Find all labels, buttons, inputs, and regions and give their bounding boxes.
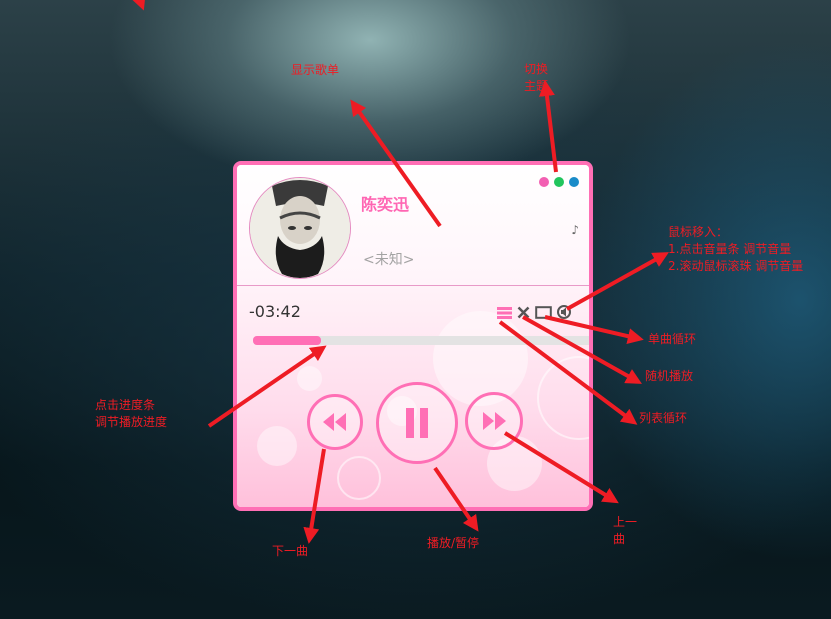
music-player: 陈奕迅 <未知> ♪ -03:42: [233, 161, 593, 511]
note-switch-theme-line2: 主题: [524, 79, 549, 93]
note-seek-line2: 调节播放进度: [95, 415, 168, 429]
progress-bar[interactable]: [253, 336, 589, 345]
theme-dot-blue[interactable]: [569, 177, 579, 187]
note-play-pause: 播放/暂停: [427, 536, 480, 550]
song-artist: <未知>: [363, 252, 415, 268]
pause-icon: [406, 408, 428, 438]
random-play-icon[interactable]: [517, 304, 530, 323]
single-loop-icon[interactable]: [535, 304, 552, 323]
volume-icon[interactable]: [557, 304, 571, 323]
bokeh-decoration: [537, 356, 589, 440]
note-prev-song-line1: 上一: [613, 515, 638, 529]
next-button[interactable]: [465, 392, 523, 450]
album-cover[interactable]: [249, 177, 351, 279]
note-next-song: 下一曲: [272, 544, 309, 558]
rewind-icon: [323, 413, 346, 431]
note-volume: 鼠标移入： 1.点击音量条 调节音量 2.滚动鼠标滚珠 调节音量: [668, 224, 803, 275]
progress-bar-fill: [253, 336, 321, 345]
song-title: 陈奕迅: [361, 195, 410, 214]
prev-button[interactable]: [307, 394, 363, 450]
theme-switcher: [539, 177, 579, 187]
album-cover-image: [250, 178, 350, 278]
bokeh-decoration: [297, 366, 322, 391]
lyric-toggle-icon[interactable]: ♪: [571, 223, 579, 237]
note-random-play: 随机播放: [645, 369, 694, 383]
fast-forward-icon: [483, 412, 506, 430]
playback-mode-controls: [497, 304, 571, 323]
time-remaining: -03:42: [249, 302, 301, 321]
note-volume-line1: 鼠标移入：: [668, 225, 729, 239]
bokeh-decoration: [337, 456, 381, 500]
note-seek: 点击进度条 调节播放进度: [95, 397, 167, 431]
arrow-switch-theme: [539, 80, 558, 173]
bokeh-decoration: [257, 426, 297, 466]
note-switch-theme: 切换 主题: [524, 61, 548, 95]
note-seek-line1: 点击进度条: [95, 398, 156, 412]
player-header: 陈奕迅 <未知> ♪: [237, 165, 589, 286]
note-volume-line3: 2.滚动鼠标滚珠 调节音量: [668, 259, 804, 273]
note-volume-line2: 1.点击音量条 调节音量: [668, 242, 792, 256]
note-list-loop: 列表循环: [639, 411, 688, 425]
player-controls-area: -03:42: [237, 286, 589, 507]
bokeh-decoration: [433, 311, 528, 406]
note-prev-song-line2: 曲: [613, 532, 626, 546]
theme-dot-pink[interactable]: [539, 177, 549, 187]
arrow-top-stub: [130, 0, 146, 11]
play-pause-button[interactable]: [376, 382, 458, 464]
note-switch-theme-line1: 切换: [524, 62, 549, 76]
note-prev-song: 上一 曲: [613, 514, 637, 548]
list-loop-icon[interactable]: [497, 304, 512, 323]
note-single-loop: 单曲循环: [648, 332, 697, 346]
theme-dot-green[interactable]: [554, 177, 564, 187]
note-show-playlist: 显示歌单: [291, 63, 340, 77]
